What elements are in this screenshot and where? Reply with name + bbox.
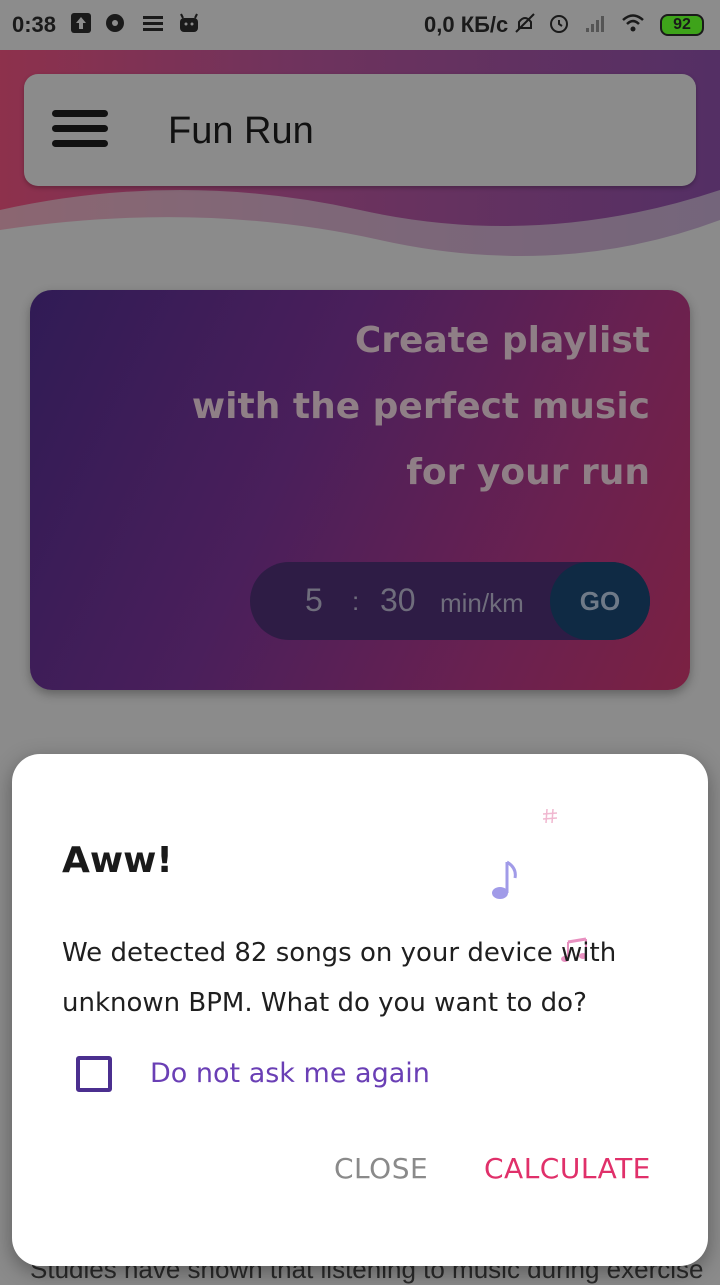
record-icon [106, 14, 124, 32]
dialog-title: Aww! [62, 840, 173, 881]
list-icon [143, 16, 163, 31]
upload-icon [71, 13, 91, 33]
network-speed: 0,0 КБ/с [424, 12, 509, 37]
pace-seconds-input[interactable]: 30 [380, 582, 416, 619]
pace-minutes-input[interactable]: 5 [305, 582, 323, 619]
status-bar: 0:38 0,0 КБ/с 92 [0, 0, 720, 50]
wifi-icon [622, 14, 644, 32]
status-time: 0:38 [12, 12, 57, 37]
hero-line-3: for your run [406, 452, 650, 493]
app-title: Fun Run [168, 110, 314, 152]
pace-unit-label: min/km [440, 588, 524, 618]
hamburger-menu-icon[interactable] [52, 110, 108, 152]
android-icon [180, 13, 198, 32]
hero-line-2: with the perfect music [191, 386, 650, 427]
hero-line-1: Create playlist [354, 320, 650, 361]
signal-icon [586, 16, 604, 32]
alarm-icon [550, 15, 568, 33]
dialog-message: We detected 82 songs on your device with… [62, 938, 617, 1018]
app-bar [24, 74, 696, 186]
calculate-button[interactable]: CALCULATE [484, 1152, 651, 1185]
do-not-ask-label[interactable]: Do not ask me again [150, 1058, 430, 1089]
battery-icon: 92 [660, 14, 704, 36]
close-button[interactable]: CLOSE [334, 1152, 428, 1185]
go-button[interactable]: GO [550, 562, 650, 640]
do-not-ask-checkbox[interactable] [76, 1056, 112, 1092]
music-note-icon [492, 860, 517, 899]
mute-icon [515, 13, 535, 33]
pace-separator: : [352, 586, 360, 616]
sharp-icon [542, 808, 558, 824]
